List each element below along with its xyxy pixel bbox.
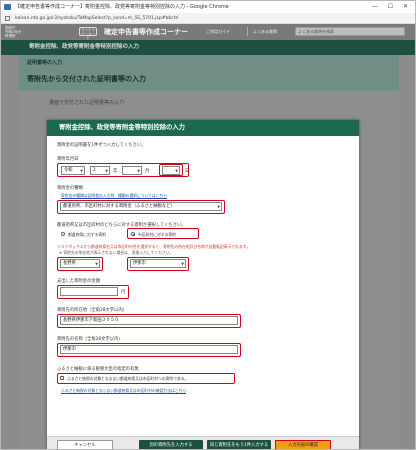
type-value: 都道府県、市区町村に対する寄附金（ふるさと納税など） bbox=[63, 204, 175, 209]
chevron-down-icon: ▼ bbox=[175, 169, 178, 173]
city-select[interactable]: 伊那市 ▼ bbox=[130, 259, 186, 268]
body-heading: 書面で交付された証明書等の入力 bbox=[49, 100, 125, 106]
modal-title: 寄附金控除、政党等寄附金等特別控除の入力 bbox=[47, 120, 359, 136]
section-header: 証明書等の入力 寄附先から交付された証明書等の入力 bbox=[19, 55, 399, 91]
furusato-label: ふるさと納税に係る税務大臣の指定の有無 bbox=[57, 367, 139, 372]
cancel-button[interactable]: キャンセル bbox=[57, 440, 113, 449]
browser-window: 【確定申告書等作成コーナー】寄附金控除、政党等寄附金等特別控除の入力 - Goo… bbox=[0, 0, 416, 450]
chevron-down-icon: ▼ bbox=[95, 262, 98, 266]
prefecture-select[interactable]: 長野県 ▼ bbox=[60, 259, 100, 268]
section-title: 寄附先から交付された証明書等の入力 bbox=[27, 75, 146, 83]
location-subnote: ※ 寄附先の所在地が表示されない場合は、直接入力してください。 bbox=[59, 250, 174, 255]
add-same-button[interactable]: 同じ寄附先をもう1件入力する bbox=[207, 440, 271, 449]
window-title: 【確定申告書等作成コーナー】寄附金控除、政党等寄附金等特別控除の入力 - Goo… bbox=[15, 4, 229, 10]
year-value: 2 bbox=[93, 168, 96, 173]
era-select[interactable]: 令和 ▼ bbox=[61, 166, 85, 175]
amount-input[interactable] bbox=[60, 287, 118, 296]
amount-label: 支出した寄附金の金額 bbox=[57, 279, 100, 284]
site-name: 確定申告書等作成コーナー bbox=[104, 28, 188, 36]
chevron-down-icon: ▼ bbox=[137, 169, 140, 173]
donation-modal: 寄附金控除、政党等寄附金等特別控除の入力 寄附金の証明書を1件ずつ入力してくださ… bbox=[47, 120, 359, 449]
site-header: 国税庁 令和2年分 所得税 マイナンバーカード 確定申告書等作成コーナー ご利用… bbox=[1, 24, 415, 40]
day-unit: 日 bbox=[185, 169, 190, 174]
browser-title-bar: 【確定申告書等作成コーナー】寄附金控除、政党等寄附金等特別控除の入力 - Goo… bbox=[1, 1, 415, 13]
chevron-down-icon: ▼ bbox=[80, 169, 83, 173]
chevron-down-icon: ▼ bbox=[181, 262, 184, 266]
year-unit: 年 bbox=[113, 169, 118, 174]
furusato-help-link[interactable]: ふるさと納税の対象とならない都道府県又は市区町村の確認方法はこちら bbox=[61, 388, 186, 394]
year-select[interactable]: 2 ▼ bbox=[90, 166, 110, 175]
address-label: 寄附先の所在地（全角28文字以内） bbox=[57, 308, 127, 313]
search-input[interactable]: よくある質問を検索 bbox=[295, 27, 405, 36]
radio-prefecture[interactable] bbox=[61, 232, 65, 236]
name-input[interactable]: 伊那市 bbox=[60, 345, 238, 354]
amount-unit: 円 bbox=[121, 290, 126, 295]
lock-icon bbox=[5, 16, 10, 21]
type-help-link[interactable]: 寄附金の種類は証明書の入力例、種類の選択についてはこちら bbox=[61, 193, 167, 199]
faq-link[interactable]: よくある質問 bbox=[253, 27, 287, 36]
modal-footer: キャンセル 別の寄附先を入力する 同じ寄附先をもう1件入力する 入力内容の確認 bbox=[47, 436, 359, 449]
favicon-icon bbox=[4, 4, 11, 10]
section-label: 証明書等の入力 bbox=[27, 60, 63, 66]
window-controls[interactable]: — ☐ ✕ bbox=[372, 1, 412, 13]
day-select[interactable]: ▼ bbox=[162, 166, 180, 175]
modal-intro: 寄附金の証明書を1件ずつ入力してください。 bbox=[57, 143, 146, 148]
type-label: 寄附金の種類 bbox=[57, 186, 83, 191]
month-unit: 月 bbox=[145, 169, 150, 174]
radio-municipality[interactable] bbox=[131, 232, 135, 236]
furusato-checkbox-label: ふるさと納税の対象となるない都道府県又は市区町村への寄附である。 bbox=[67, 376, 189, 381]
mynumber-badge: マイナンバーカード bbox=[79, 27, 97, 40]
type-select[interactable]: 都道府県、市区町村に対する寄附金（ふるさと納税など） ▼ bbox=[60, 202, 222, 211]
site-logo: 国税庁 令和2年分 所得税 bbox=[5, 26, 39, 38]
chevron-down-icon: ▼ bbox=[217, 205, 220, 209]
logo-line3: 所得税 bbox=[5, 34, 16, 38]
page-band-title: 寄附金控除、政党等寄附金等特別控除の入力 bbox=[1, 40, 415, 55]
guide-link[interactable]: ご利用ガイド bbox=[206, 27, 248, 36]
name-label: 寄附先の名称（全角28文字以内） bbox=[57, 337, 123, 342]
prefecture-value: 長野県 bbox=[63, 261, 76, 266]
confirm-button[interactable]: 入力内容の確認 bbox=[275, 440, 331, 449]
chevron-down-icon: ▼ bbox=[105, 169, 108, 173]
city-value: 伊那市 bbox=[133, 261, 146, 266]
era-value: 令和 bbox=[64, 168, 73, 173]
page-content: 国税庁 令和2年分 所得税 マイナンバーカード 確定申告書等作成コーナー ご利用… bbox=[1, 24, 415, 449]
month-select[interactable]: ▼ bbox=[122, 166, 142, 175]
furusato-checkbox[interactable] bbox=[60, 376, 64, 380]
radio-municipality-label: 市区町村に対する寄附 bbox=[138, 232, 176, 237]
add-another-button[interactable]: 別の寄附先を入力する bbox=[139, 440, 203, 449]
radio-prefecture-label: 都道府県に対する寄附 bbox=[68, 232, 106, 237]
address-bar[interactable]: keisan.nta.go.jp/r3/syotoku/TaMapSelect?… bbox=[1, 13, 415, 24]
address-input[interactable]: 長野県伊那市下新田３０５０ bbox=[60, 316, 238, 325]
date-label: 寄附年月日 bbox=[57, 157, 79, 162]
url-text[interactable]: keisan.nta.go.jp/r3/syotoku/TaMapSelect?… bbox=[15, 16, 179, 21]
